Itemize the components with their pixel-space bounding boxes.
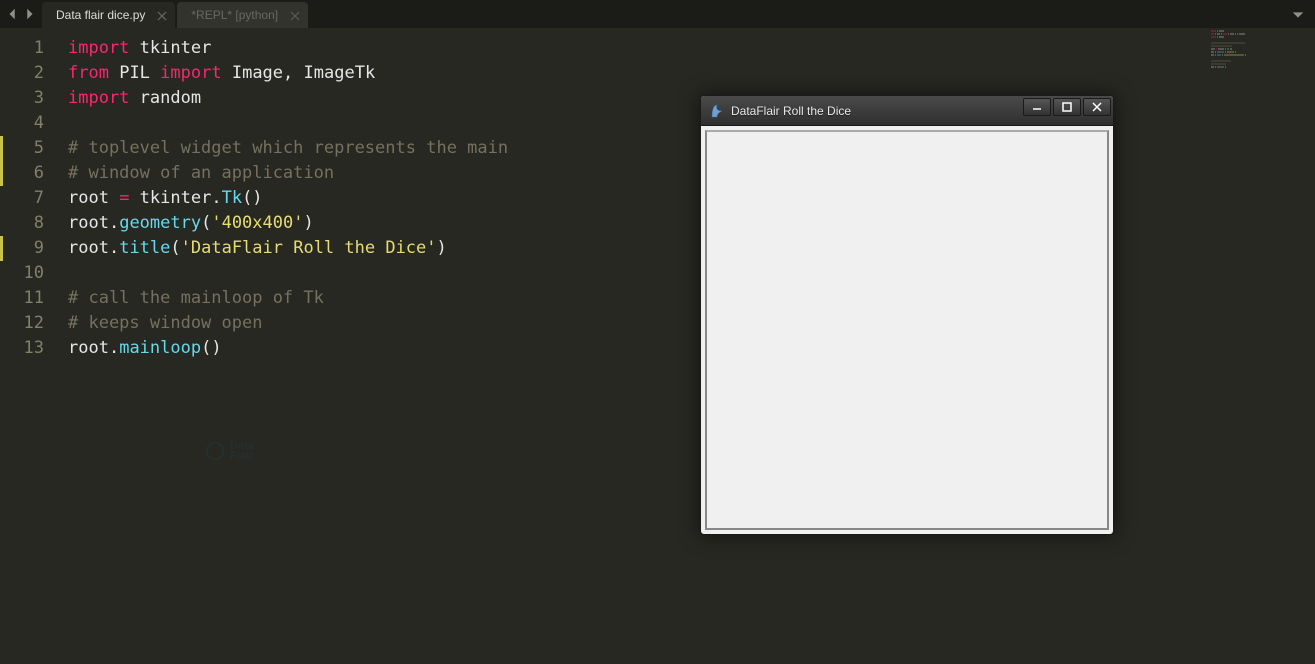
titlebar[interactable]: DataFlair Roll the Dice — [701, 96, 1113, 126]
title-bar: Data flair dice.py *REPL* [python] — [0, 0, 1315, 28]
code-line[interactable]: root = tkinter.Tk() — [68, 186, 1315, 211]
window-body — [705, 130, 1109, 530]
code-line[interactable]: # window of an application — [68, 161, 1315, 186]
tab-label: *REPL* [python] — [191, 8, 278, 22]
line-number: 8 — [0, 211, 58, 236]
code-line[interactable]: root.title('DataFlair Roll the Dice') — [68, 236, 1315, 261]
line-number: 2 — [0, 61, 58, 86]
code-line[interactable] — [68, 111, 1315, 136]
nav-back-icon[interactable] — [6, 7, 20, 21]
dropdown-icon[interactable] — [1291, 8, 1305, 22]
code-line[interactable]: # toplevel widget which represents the m… — [68, 136, 1315, 161]
tab-0[interactable]: Data flair dice.py — [42, 2, 175, 28]
line-number: 4 — [0, 111, 58, 136]
nav-arrows — [0, 0, 42, 28]
code-line[interactable]: # call the mainloop of Tk — [68, 286, 1315, 311]
tab-1[interactable]: *REPL* [python] — [177, 2, 308, 28]
code-line[interactable]: import tkinter — [68, 36, 1315, 61]
window-title: DataFlair Roll the Dice — [731, 104, 851, 118]
minimize-button[interactable] — [1023, 98, 1051, 116]
line-number: 7 — [0, 186, 58, 211]
tkinter-window[interactable]: DataFlair Roll the Dice — [700, 95, 1114, 535]
close-icon[interactable] — [157, 10, 167, 20]
close-icon[interactable] — [290, 10, 300, 20]
code-line[interactable]: import random — [68, 86, 1315, 111]
tab-bar: Data flair dice.py *REPL* [python] — [42, 0, 310, 28]
window-controls — [1021, 98, 1111, 116]
line-number: 9 — [0, 236, 58, 261]
code-line[interactable]: root.geometry('400x400') — [68, 211, 1315, 236]
line-number: 5 — [0, 136, 58, 161]
app-icon — [709, 103, 725, 119]
close-button[interactable] — [1083, 98, 1111, 116]
nav-forward-icon[interactable] — [22, 7, 36, 21]
line-number: 11 — [0, 286, 58, 311]
code-line[interactable] — [68, 261, 1315, 286]
line-number: 6 — [0, 161, 58, 186]
code-line[interactable]: from PIL import Image, ImageTk — [68, 61, 1315, 86]
editor: 12345678910111213 import tkinterfrom PIL… — [0, 28, 1315, 664]
minimap[interactable] — [1211, 30, 1311, 120]
tab-label: Data flair dice.py — [56, 8, 145, 22]
line-number: 12 — [0, 311, 58, 336]
line-number: 3 — [0, 86, 58, 111]
maximize-button[interactable] — [1053, 98, 1081, 116]
code-area[interactable]: import tkinterfrom PIL import Image, Ima… — [58, 28, 1315, 664]
code-line[interactable]: root.mainloop() — [68, 336, 1315, 361]
gutter: 12345678910111213 — [0, 28, 58, 664]
line-number: 13 — [0, 336, 58, 361]
line-number: 1 — [0, 36, 58, 61]
line-number: 10 — [0, 261, 58, 286]
code-line[interactable]: # keeps window open — [68, 311, 1315, 336]
